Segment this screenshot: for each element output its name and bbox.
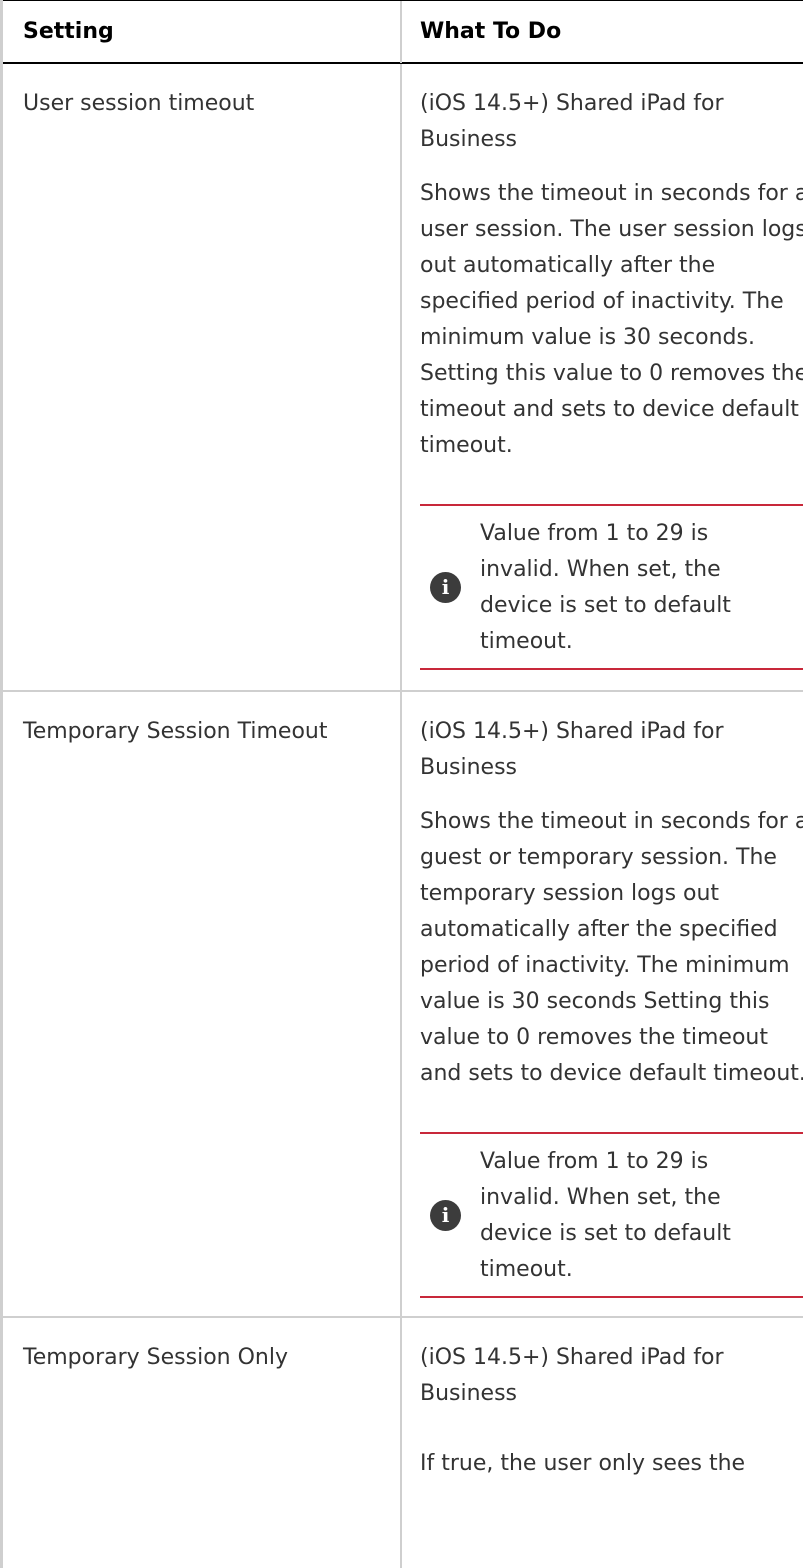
text-line: Business: [420, 1381, 518, 1406]
text-line: value to 0 removes the timeout: [420, 1025, 768, 1050]
note-box: i Value from 1 to 29 is invalid. When se…: [420, 1132, 803, 1298]
text-line: period of inactivity. The minimum: [420, 953, 790, 978]
description-paragraph: Shows the timeout in seconds for a user …: [420, 176, 803, 464]
text-line: temporary session logs out: [420, 881, 720, 906]
text-line: Value from 1 to 29 is: [480, 1149, 709, 1174]
intro-paragraph: (iOS 14.5+) Shared iPad for Business: [420, 1340, 803, 1412]
info-icon: i: [430, 1200, 461, 1231]
text-line: Setting this value to 0 removes the: [420, 361, 803, 386]
header-what-to-do: What To Do: [400, 1, 803, 63]
table-header-row: Setting What To Do: [3, 0, 803, 64]
text-line: automatically after the specified: [420, 917, 778, 942]
text-line: (iOS 14.5+) Shared iPad for: [420, 1345, 724, 1370]
text-line: out automatically after the: [420, 253, 716, 278]
note-box: i Value from 1 to 29 is invalid. When se…: [420, 504, 803, 670]
text-line: Shows the timeout in seconds for a: [420, 181, 803, 206]
text-line: value is 30 seconds Setting this: [420, 989, 770, 1014]
text-line: timeout.: [480, 629, 573, 654]
text-line: Business: [420, 127, 518, 152]
table-row: Temporary Session Timeout (iOS 14.5+) Sh…: [3, 692, 803, 1316]
settings-table: Setting What To Do User session timeout …: [0, 0, 803, 1568]
text-line: (iOS 14.5+) Shared iPad for: [420, 91, 724, 116]
text-line: timeout.: [480, 1257, 573, 1282]
text-line: Shows the timeout in seconds for a: [420, 809, 803, 834]
text-line: Value from 1 to 29 is: [480, 521, 709, 546]
text-line: minimum value is 30 seconds.: [420, 325, 755, 350]
text-line: specified period of inactivity. The: [420, 289, 784, 314]
text-line: If true, the user only sees the: [420, 1451, 746, 1476]
intro-paragraph: (iOS 14.5+) Shared iPad for Business: [420, 714, 803, 786]
text-line: Business: [420, 755, 518, 780]
text-line: invalid. When set, the: [480, 1185, 721, 1210]
text-line: (iOS 14.5+) Shared iPad for: [420, 719, 724, 744]
what-to-do-cell: (iOS 14.5+) Shared iPad for Business Sho…: [400, 692, 803, 1316]
table-row: User session timeout (iOS 14.5+) Shared …: [3, 64, 803, 690]
text-line: guest or temporary session. The: [420, 845, 777, 870]
note-text: Value from 1 to 29 is invalid. When set,…: [480, 516, 731, 660]
table-row: Temporary Session Only (iOS 14.5+) Share…: [3, 1318, 803, 1568]
note-text: Value from 1 to 29 is invalid. When set,…: [480, 1144, 731, 1288]
setting-name: Temporary Session Only: [23, 1345, 288, 1370]
text-line: and sets to device default timeout.: [420, 1061, 803, 1086]
text-line: device is set to default: [480, 593, 731, 618]
text-line: invalid. When set, the: [480, 557, 721, 582]
setting-name: User session timeout: [23, 91, 255, 116]
intro-paragraph: (iOS 14.5+) Shared iPad for Business: [420, 86, 803, 158]
text-line: device is set to default: [480, 1221, 731, 1246]
text-line: user session. The user session logs: [420, 217, 803, 242]
text-line: timeout and sets to device default: [420, 397, 799, 422]
what-to-do-cell: (iOS 14.5+) Shared iPad for Business Sho…: [400, 64, 803, 690]
description-paragraph: Shows the timeout in seconds for a guest…: [420, 804, 803, 1092]
header-setting: Setting: [23, 19, 114, 44]
setting-name: Temporary Session Timeout: [23, 719, 328, 744]
info-icon: i: [430, 572, 461, 603]
what-to-do-cell: (iOS 14.5+) Shared iPad for Business If …: [400, 1318, 803, 1568]
description-paragraph: If true, the user only sees the: [420, 1446, 803, 1482]
text-line: timeout.: [420, 433, 513, 458]
